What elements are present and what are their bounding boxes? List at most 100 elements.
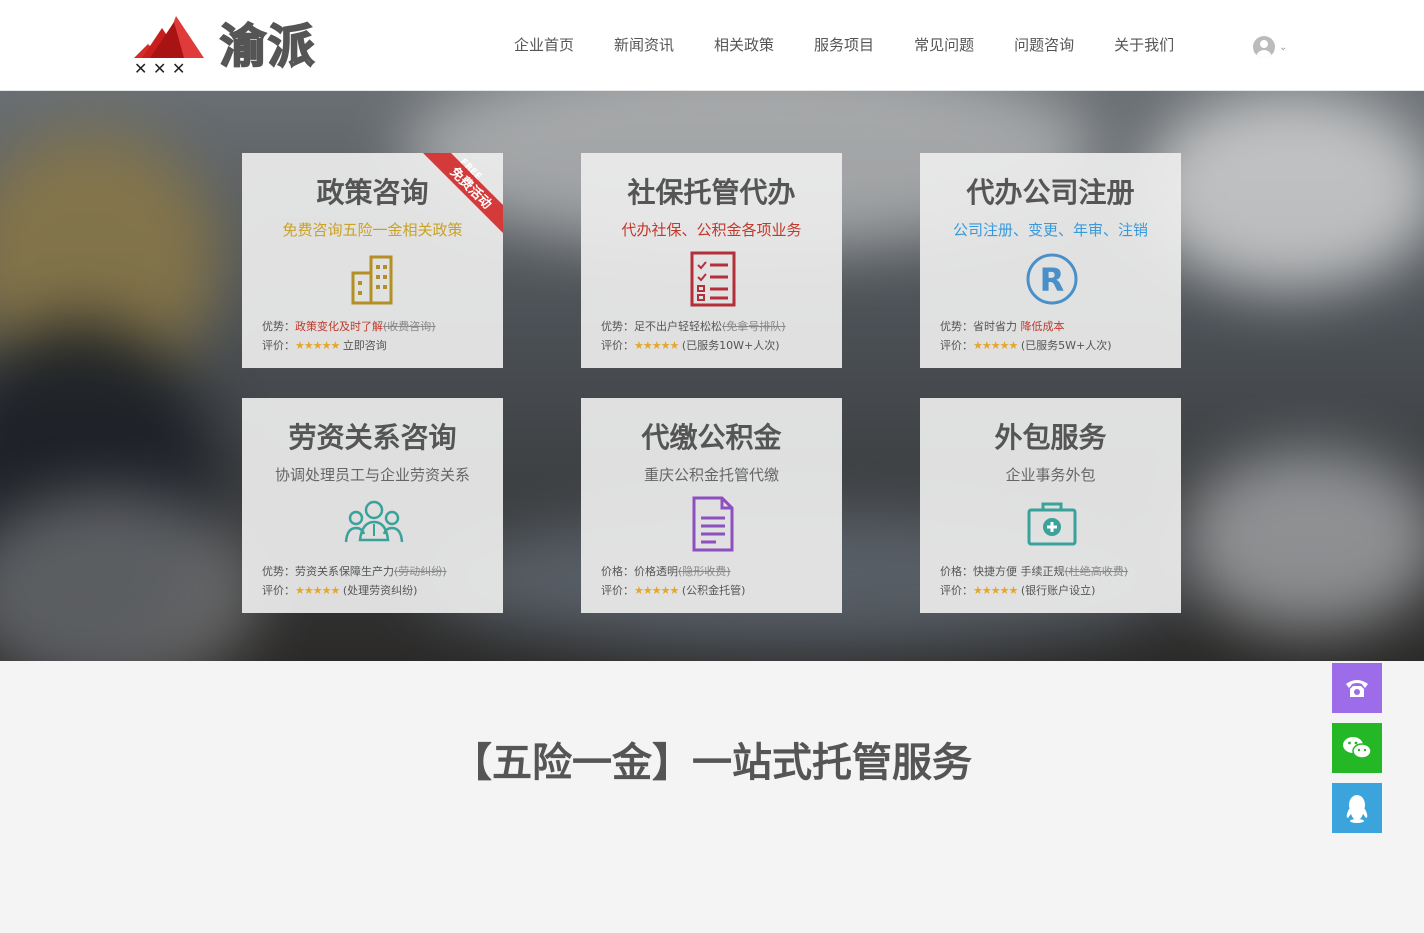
star-rating-icon: ★★★★★ <box>634 339 679 352</box>
nav-consult[interactable]: 问题咨询 <box>1014 34 1074 55</box>
nav-news[interactable]: 新闻资讯 <box>614 34 674 55</box>
qq-contact-button[interactable] <box>1332 783 1382 833</box>
advantage-text: 政策变化及时了解 <box>295 320 383 333</box>
nav-faq[interactable]: 常见问题 <box>914 34 974 55</box>
service-card-outsourcing[interactable]: 外包服务 企业事务外包 价格：快捷方便 手续正规(杜绝高收费) 评价：★★★★★… <box>920 398 1181 613</box>
advantage-text: 价格透明 <box>634 565 678 578</box>
rating-label: 评价： <box>940 584 973 597</box>
nav-home[interactable]: 企业首页 <box>514 34 574 55</box>
nav-services[interactable]: 服务项目 <box>814 34 874 55</box>
rating-note: (公积金托管) <box>681 584 746 597</box>
user-avatar-icon <box>1253 36 1275 58</box>
chevron-down-icon: ⌄ <box>1279 41 1288 53</box>
building-icon <box>351 255 393 305</box>
medkit-icon <box>1027 502 1077 546</box>
card-subtitle: 免费咨询五险一金相关政策 <box>282 221 463 239</box>
card-subtitle: 重庆公积金托管代缴 <box>643 466 779 484</box>
card-title: 代缴公积金 <box>641 421 782 454</box>
rating-label: 评价： <box>262 584 295 597</box>
card-advantage: 优势：劳资关系保障生产力(劳动纠纷) <box>262 563 447 579</box>
rating-label: 评价： <box>601 584 634 597</box>
registered-icon: R <box>1026 253 1078 305</box>
card-title: 政策咨询 <box>316 176 429 209</box>
rating-note: (处理劳资纠纷) <box>342 584 418 597</box>
main-nav: 企业首页 新闻资讯 相关政策 服务项目 常见问题 问题咨询 关于我们 <box>494 34 1194 55</box>
rating-note: (已服务5W+人次) <box>1020 339 1112 352</box>
card-rating: 评价：★★★★★ (银行账户设立) <box>940 582 1095 598</box>
card-rating: 评价：★★★★★ (已服务5W+人次) <box>940 337 1112 353</box>
phone-icon <box>1346 680 1368 697</box>
service-card-social-insurance[interactable]: 社保托管代办 代办社保、公积金各项业务 优势：足不出户轻轻松松(免拿号排队) 评… <box>581 153 842 368</box>
card-title: 社保托管代办 <box>627 176 796 209</box>
service-card-housing-fund[interactable]: 代缴公积金 重庆公积金托管代缴 价格：价格透明(隐形收费) 评价：★★★★★ (… <box>581 398 842 613</box>
card-subtitle: 公司注册、变更、年审、注销 <box>952 221 1148 239</box>
advantage-strike: (杜绝高收费) <box>1064 565 1129 578</box>
nav-policy[interactable]: 相关政策 <box>714 34 774 55</box>
star-rating-icon: ★★★★★ <box>295 339 340 352</box>
phone-contact-button[interactable] <box>1332 663 1382 713</box>
wechat-icon <box>1343 737 1372 759</box>
rating-note[interactable]: 立即咨询 <box>343 339 387 352</box>
advantage-label: 价格： <box>940 565 973 578</box>
nav-about[interactable]: 关于我们 <box>1114 34 1174 55</box>
site-logo[interactable]: ✕ ✕ ✕ 渝派 <box>132 14 322 78</box>
rating-note: (已服务10W+人次) <box>681 339 780 352</box>
advantage-label: 价格： <box>601 565 634 578</box>
checklist-icon <box>690 251 736 307</box>
background-blur <box>1180 451 1424 631</box>
advantage-text: 省时省力 <box>973 320 1017 333</box>
advantage-label: 优势： <box>262 565 295 578</box>
logo-text: 渝派 <box>219 18 316 74</box>
background-blur <box>1140 91 1424 291</box>
star-rating-icon: ★★★★★ <box>295 584 340 597</box>
service-card-policy[interactable]: FREE 免费活动 政策咨询 免费咨询五险一金相关政策 优势：政策变化及时了解(… <box>242 153 503 368</box>
card-advantage: 价格：价格透明(隐形收费) <box>601 563 731 579</box>
advantage-label: 优势： <box>940 320 973 333</box>
star-rating-icon: ★★★★★ <box>973 339 1018 352</box>
advantage-text: 快捷方便 手续正规 <box>973 565 1065 578</box>
advantage-extra: 降低成本 <box>1020 320 1065 333</box>
card-rating: 评价：★★★★★ (处理劳资纠纷) <box>262 582 417 598</box>
hero-banner: FREE 免费活动 政策咨询 免费咨询五险一金相关政策 优势：政策变化及时了解(… <box>0 91 1424 661</box>
advantage-strike: (收费咨询) <box>383 320 436 333</box>
svg-text:✕ ✕ ✕: ✕ ✕ ✕ <box>134 59 185 76</box>
rating-label: 评价： <box>940 339 973 352</box>
star-rating-icon: ★★★★★ <box>973 584 1018 597</box>
card-advantage: 优势：政策变化及时了解(收费咨询) <box>262 318 436 334</box>
qq-icon <box>1346 795 1368 823</box>
card-title: 劳资关系咨询 <box>288 421 457 454</box>
card-subtitle: 企业事务外包 <box>1005 466 1096 484</box>
team-icon <box>344 500 404 543</box>
service-card-company-registration[interactable]: 代办公司注册 公司注册、变更、年审、注销 R 优势：省时省力 降低成本 评价：★… <box>920 153 1181 368</box>
document-icon <box>692 496 734 552</box>
rating-note: (银行账户设立) <box>1020 584 1096 597</box>
star-rating-icon: ★★★★★ <box>634 584 679 597</box>
advantage-strike: (劳动纠纷) <box>394 565 447 578</box>
service-card-labor-relations[interactable]: 劳资关系咨询 协调处理员工与企业劳资关系 优势：劳资关系保障生产力(劳动纠纷) … <box>242 398 503 613</box>
advantage-strike: (隐形收费) <box>678 565 731 578</box>
card-rating: 评价：★★★★★ 立即咨询 <box>262 337 387 353</box>
card-advantage: 价格：快捷方便 手续正规(杜绝高收费) <box>940 563 1128 579</box>
rating-label: 评价： <box>601 339 634 352</box>
svg-text:R: R <box>1040 261 1065 299</box>
advantage-label: 优势： <box>262 320 295 333</box>
advantage-text: 足不出户轻轻松松 <box>634 320 722 333</box>
background-blur <box>0 491 260 661</box>
card-title: 外包服务 <box>994 421 1107 454</box>
site-header: ✕ ✕ ✕ 渝派 企业首页 新闻资讯 相关政策 服务项目 常见问题 问题咨询 关… <box>0 0 1424 91</box>
section-title: 【五险一金】一站式托管服务 <box>452 740 972 786</box>
advantage-text: 劳资关系保障生产力 <box>295 565 394 578</box>
card-advantage: 优势：省时省力 降低成本 <box>940 318 1065 334</box>
user-menu[interactable]: ⌄ <box>1253 36 1287 58</box>
advantage-strike: (免拿号排队) <box>722 320 786 333</box>
wechat-contact-button[interactable] <box>1332 723 1382 773</box>
card-advantage: 优势：足不出户轻轻松松(免拿号排队) <box>601 318 786 334</box>
rating-label: 评价： <box>262 339 295 352</box>
logo-mark-icon: ✕ ✕ ✕ <box>134 16 204 76</box>
card-rating: 评价：★★★★★ (公积金托管) <box>601 582 745 598</box>
card-subtitle: 协调处理员工与企业劳资关系 <box>274 466 470 484</box>
card-title: 代办公司注册 <box>966 176 1135 209</box>
card-rating: 评价：★★★★★ (已服务10W+人次) <box>601 337 780 353</box>
card-subtitle: 代办社保、公积金各项业务 <box>621 221 802 239</box>
advantage-label: 优势： <box>601 320 634 333</box>
